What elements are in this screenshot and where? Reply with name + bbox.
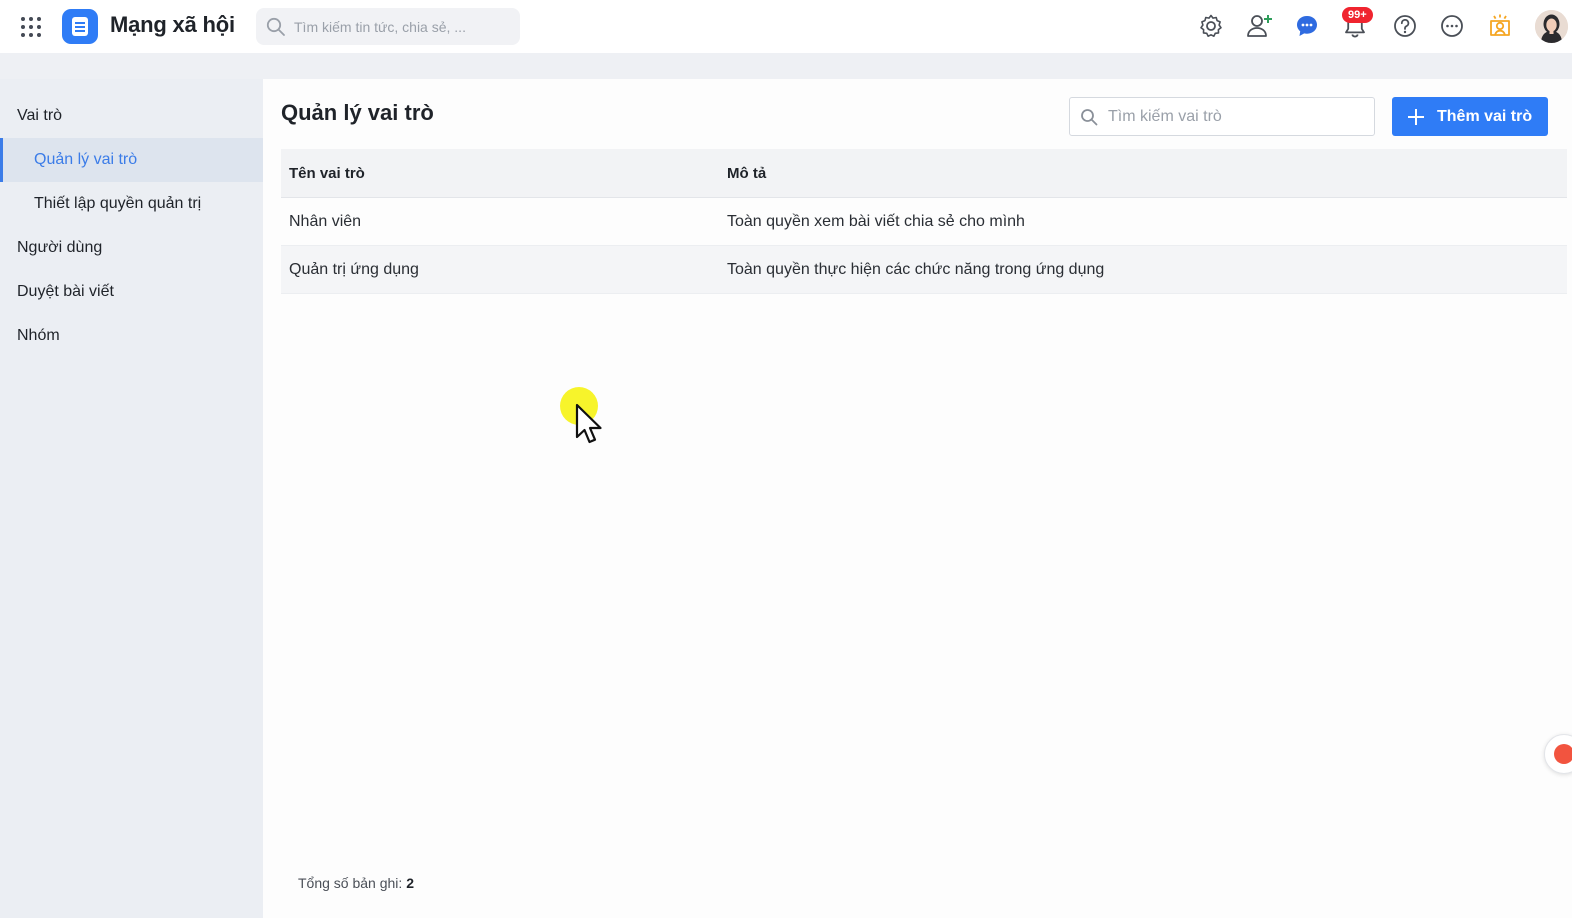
sidebar-item-roles[interactable]: Vai trò: [0, 94, 263, 138]
table-row[interactable]: Quản trị ứng dụng Toàn quyền thực hiện c…: [281, 246, 1567, 294]
global-search[interactable]: [256, 8, 520, 45]
sidebar: Vai trò Quản lý vai trò Thiết lập quyền …: [0, 79, 263, 918]
settings-icon[interactable]: [1197, 12, 1225, 40]
table-header: Tên vai trò Mô tả: [281, 149, 1567, 198]
sidebar-item-label: Nhóm: [17, 327, 60, 344]
add-role-button[interactable]: Thêm vai trò: [1392, 97, 1548, 136]
column-header-name[interactable]: Tên vai trò: [281, 165, 719, 182]
sidebar-item-label: Quản lý vai trò: [34, 151, 138, 168]
role-search[interactable]: [1069, 97, 1375, 136]
sidebar-item-label: Duyệt bài viết: [17, 283, 114, 300]
app-logo[interactable]: [62, 9, 98, 44]
sidebar-item-users[interactable]: Người dùng: [0, 226, 263, 270]
record-count: Tổng số bản ghi: 2: [298, 875, 414, 891]
sidebar-item-label: Người dùng: [17, 239, 103, 256]
sidebar-item-post-approval[interactable]: Duyệt bài viết: [0, 270, 263, 314]
apps-grid-icon[interactable]: [20, 16, 42, 38]
role-name: Quản trị ứng dụng: [289, 260, 419, 278]
plus-icon: [1408, 108, 1424, 125]
role-description: Toàn quyền xem bài viết chia sẻ cho mình: [727, 212, 1025, 230]
more-icon[interactable]: [1438, 12, 1466, 40]
sidebar-item-label: Thiết lập quyền quản trị: [34, 195, 202, 212]
app-title: Mạng xã hội: [110, 12, 235, 37]
role-search-input[interactable]: [1108, 107, 1358, 126]
chat-icon[interactable]: [1293, 12, 1321, 40]
search-icon: [1081, 108, 1098, 125]
add-role-button-label: Thêm vai trò: [1437, 107, 1533, 125]
sidebar-item-groups[interactable]: Nhóm: [0, 314, 263, 358]
help-icon[interactable]: [1391, 12, 1419, 40]
global-search-input[interactable]: [294, 18, 504, 35]
roles-table: Tên vai trò Mô tả Nhân viên Toàn quyền x…: [281, 149, 1567, 294]
mouse-cursor-icon: [575, 403, 602, 444]
add-user-icon[interactable]: [1245, 12, 1273, 40]
search-icon: [266, 17, 285, 36]
sidebar-item-admin-permissions[interactable]: Thiết lập quyền quản trị: [0, 182, 263, 226]
top-bar: Mạng xã hội 99+: [0, 0, 1572, 53]
column-header-description[interactable]: Mô tả: [719, 165, 1567, 182]
record-count-value: 2: [406, 875, 414, 891]
role-name: Nhân viên: [289, 212, 362, 230]
sidebar-item-label: Vai trò: [17, 107, 63, 124]
record-count-label: Tổng số bản ghi:: [298, 875, 403, 891]
table-row[interactable]: Nhân viên Toàn quyền xem bài viết chia s…: [281, 198, 1567, 246]
role-description: Toàn quyền thực hiện các chức năng trong…: [727, 260, 1105, 278]
main-content: Quản lý vai trò Thêm vai trò Tên vai trò…: [263, 79, 1572, 918]
avatar[interactable]: [1535, 10, 1568, 43]
notification-badge: 99+: [1342, 7, 1373, 23]
sidebar-item-role-management[interactable]: Quản lý vai trò: [0, 138, 263, 182]
award-icon[interactable]: [1486, 12, 1514, 40]
page-title: Quản lý vai trò: [281, 100, 434, 125]
